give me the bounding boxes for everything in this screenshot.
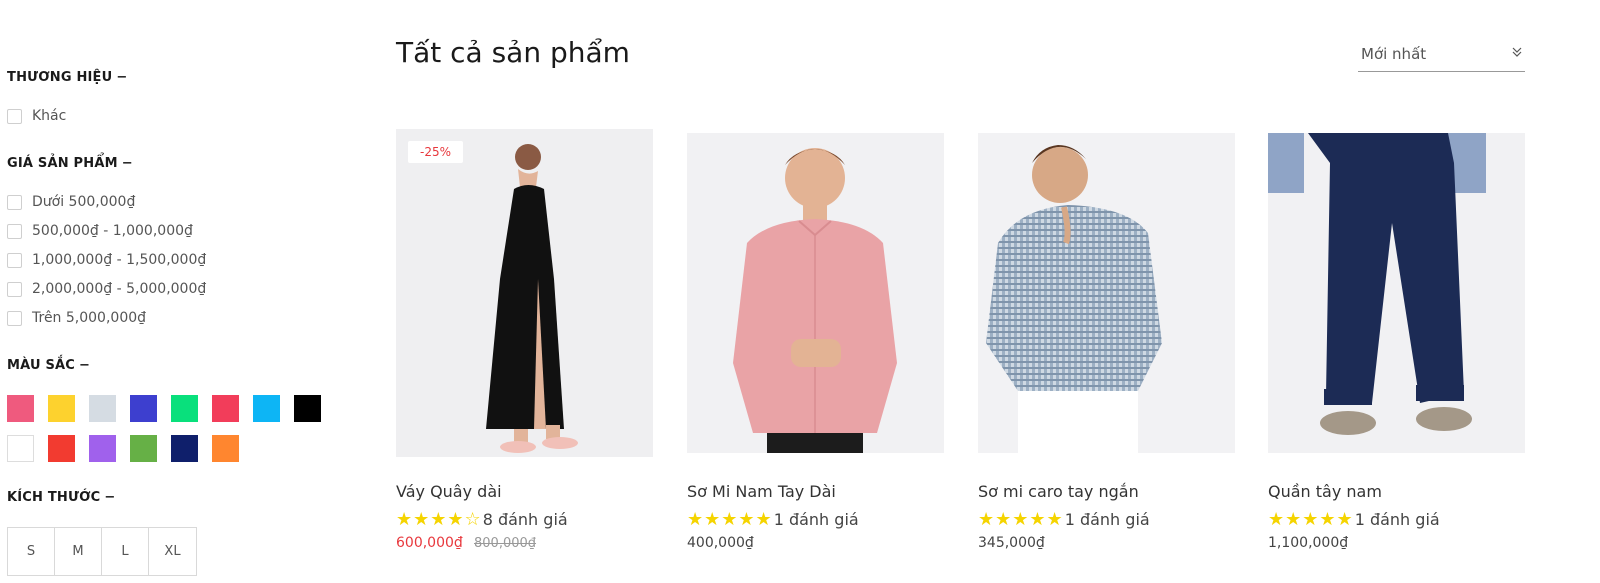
product-name[interactable]: Sơ mi caro tay ngắn [978, 482, 1139, 501]
double-chevron-down-icon [1511, 46, 1523, 61]
color-swatch[interactable] [48, 435, 75, 462]
price-option-4[interactable]: 2,000,000₫ - 5,000,000₫ [7, 281, 206, 297]
collapse-icon[interactable]: − [116, 70, 127, 85]
option-label: Dưới 500,000₫ [32, 194, 136, 210]
color-swatch[interactable] [294, 395, 321, 422]
price-filter-label: GIÁ SẢN PHẨM [7, 156, 118, 171]
product-rating: ★★★★★ 1 đánh giá [978, 509, 1150, 530]
brand-filter-title[interactable]: THƯƠNG HIỆU − [7, 70, 128, 85]
product-price: 600,000₫ [396, 535, 463, 551]
product-rating: ★★★★★ 1 đánh giá [687, 509, 859, 530]
review-count: 1 đánh giá [1064, 510, 1150, 529]
product-old-price: 800,000₫ [474, 536, 537, 551]
option-label: 1,000,000₫ - 1,500,000₫ [32, 252, 207, 268]
product-rating: ★★★★★ 1 đánh giá [1268, 509, 1440, 530]
star-rating-icon: ★★★★★ [687, 509, 773, 530]
checkbox[interactable] [7, 252, 22, 268]
star-rating-icon: ★★★★★ [1268, 509, 1354, 530]
product-image[interactable] [1268, 133, 1525, 453]
color-swatch[interactable] [171, 395, 198, 422]
star-rating-icon: ★★★★☆ [396, 509, 482, 530]
color-swatch[interactable] [89, 395, 116, 422]
product-price: 400,000₫ [687, 535, 754, 551]
page-title: Tất cả sản phẩm [396, 36, 630, 69]
color-swatch[interactable] [171, 435, 198, 462]
price-option-1[interactable]: Dưới 500,000₫ [7, 194, 135, 210]
review-count: 1 đánh giá [773, 510, 859, 529]
size-filter-title[interactable]: KÍCH THƯỚC − [7, 490, 115, 505]
color-swatch[interactable] [130, 395, 157, 422]
checkbox[interactable] [7, 310, 22, 326]
checkbox[interactable] [7, 108, 22, 124]
price-option-2[interactable]: 500,000₫ - 1,000,000₫ [7, 223, 193, 239]
size-option-xl[interactable]: XL [149, 528, 196, 575]
price-filter-title[interactable]: GIÁ SẢN PHẨM − [7, 156, 133, 171]
price-option-5[interactable]: Trên 5,000,000₫ [7, 310, 146, 326]
collapse-icon[interactable]: − [122, 156, 133, 171]
color-swatch[interactable] [7, 435, 34, 462]
color-swatch[interactable] [7, 395, 34, 422]
checkbox[interactable] [7, 194, 22, 210]
color-swatch[interactable] [253, 395, 280, 422]
review-count: 1 đánh giá [1354, 510, 1440, 529]
checkbox[interactable] [7, 281, 22, 297]
size-options: S M L XL [7, 527, 197, 576]
option-label: Khác [32, 108, 67, 124]
collapse-icon[interactable]: − [79, 358, 90, 373]
option-label: Trên 5,000,000₫ [32, 310, 147, 326]
price-option-3[interactable]: 1,000,000₫ - 1,500,000₫ [7, 252, 206, 268]
product-name[interactable]: Quần tây nam [1268, 482, 1382, 501]
review-count: 8 đánh giá [482, 510, 568, 529]
product-name[interactable]: Váy Quây dài [396, 482, 502, 501]
product-price: 345,000₫ [978, 535, 1045, 551]
product-card[interactable]: Sơ mi caro tay ngắn ★★★★★ 1 đánh giá 345… [978, 133, 1235, 551]
size-option-s[interactable]: S [8, 528, 55, 575]
size-option-m[interactable]: M [55, 528, 102, 575]
product-image[interactable] [687, 133, 944, 453]
product-image[interactable] [978, 133, 1235, 453]
option-label: 500,000₫ - 1,000,000₫ [32, 223, 193, 239]
discount-badge: -25% [408, 141, 464, 163]
size-filter-label: KÍCH THƯỚC [7, 490, 101, 505]
brand-filter-label: THƯƠNG HIỆU [7, 70, 113, 85]
product-card[interactable]: Quần tây nam ★★★★★ 1 đánh giá 1,100,000₫ [1268, 133, 1525, 551]
product-price: 1,100,000₫ [1268, 535, 1349, 551]
star-rating-icon: ★★★★★ [978, 509, 1064, 530]
product-name[interactable]: Sơ Mi Nam Tay Dài [687, 482, 836, 501]
color-filter-label: MÀU SẮC [7, 358, 76, 373]
color-swatch[interactable] [48, 395, 75, 422]
product-rating: ★★★★☆ 8 đánh giá [396, 509, 568, 530]
color-swatch[interactable] [89, 435, 116, 462]
color-swatch[interactable] [212, 435, 239, 462]
checkbox[interactable] [7, 223, 22, 239]
sort-select[interactable]: Mới nhất [1358, 42, 1525, 72]
brand-option-khac[interactable]: Khác [7, 108, 66, 124]
color-filter-title[interactable]: MÀU SẮC − [7, 358, 90, 373]
size-option-l[interactable]: L [102, 528, 149, 575]
sort-selected-value: Mới nhất [1361, 44, 1427, 63]
product-image[interactable]: -25% [396, 129, 653, 457]
collapse-icon[interactable]: − [104, 490, 115, 505]
color-swatch[interactable] [212, 395, 239, 422]
option-label: 2,000,000₫ - 5,000,000₫ [32, 281, 207, 297]
color-swatch[interactable] [130, 435, 157, 462]
product-card[interactable]: Sơ Mi Nam Tay Dài ★★★★★ 1 đánh giá 400,0… [687, 133, 944, 551]
product-card[interactable]: -25% Váy Quây dài ★★★★☆ 8 đánh giá 600,0… [396, 129, 653, 551]
